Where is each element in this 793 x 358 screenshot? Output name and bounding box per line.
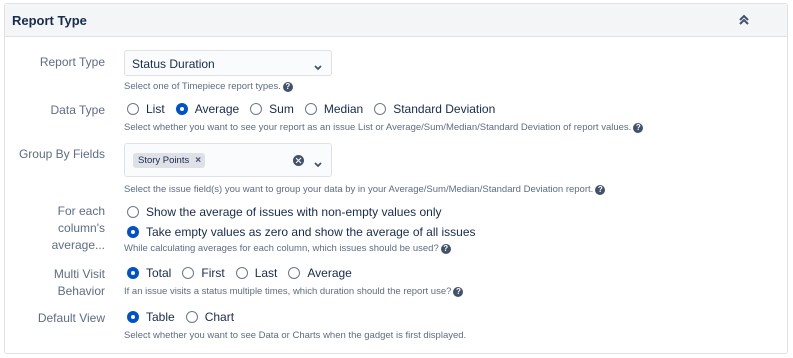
help-icon[interactable]: ? — [595, 184, 606, 195]
radio-checked-icon — [127, 311, 139, 323]
tag-story-points: Story Points × — [133, 153, 206, 168]
tag-label: Story Points — [138, 155, 190, 166]
default-view-help: Select whether you want to see Data or C… — [124, 330, 467, 341]
radio-icon — [374, 103, 387, 115]
radio-checked-icon — [175, 103, 188, 115]
report-type-label: Report Type — [39, 55, 105, 69]
group-by-help: Select the issue field(s) you want to gr… — [124, 184, 594, 195]
radio-icon — [304, 103, 317, 115]
data-type-option-sum[interactable]: Sum — [250, 102, 294, 116]
default-view-label: Default View — [37, 311, 105, 325]
average-option-empty-as-zero[interactable]: Take empty values as zero and show the a… — [127, 224, 476, 240]
data-type-radios: List Average Sum Median Standard Deviati… — [127, 102, 643, 116]
report-type-value: Status Duration — [132, 57, 215, 71]
group-by-help-row: Select the issue field(s) you want to gr… — [124, 184, 606, 195]
default-view-option-chart[interactable]: Chart — [185, 310, 234, 324]
radio-icon — [288, 267, 301, 279]
report-type-panel: Report Type Report Type Status Duration … — [4, 3, 788, 354]
radio-icon — [127, 103, 139, 115]
multi-visit-radios: Total First Last Average — [127, 266, 463, 280]
radio-icon — [235, 267, 248, 279]
for-each-column-label: For each column's average... — [51, 204, 105, 252]
for-each-column-help: While calculating averages for each colu… — [124, 243, 439, 254]
help-icon[interactable]: ? — [453, 286, 464, 297]
group-by-label: Group By Fields — [18, 147, 105, 161]
radio-icon — [185, 311, 198, 323]
chevron-down-icon — [313, 59, 323, 77]
help-icon[interactable]: ? — [633, 122, 644, 133]
chevron-down-icon[interactable] — [313, 156, 323, 174]
report-type-select[interactable]: Status Duration — [124, 50, 332, 76]
data-type-help: Select whether you want to see your repo… — [124, 122, 632, 133]
report-type-help: Select one of Timepiece report types. — [124, 81, 281, 92]
radio-icon — [127, 206, 139, 218]
default-view-radios: Table Chart — [127, 310, 466, 324]
remove-tag-icon[interactable]: × — [195, 155, 201, 166]
multi-visit-option-total[interactable]: Total — [127, 266, 171, 280]
multi-visit-option-average[interactable]: Average — [288, 266, 352, 280]
radio-checked-icon — [127, 226, 139, 238]
radio-icon — [250, 103, 263, 115]
data-type-option-standard-deviation[interactable]: Standard Deviation — [374, 102, 495, 116]
data-type-help-row: Select whether you want to see your repo… — [124, 122, 644, 133]
data-type-option-list[interactable]: List — [127, 102, 165, 116]
panel-header: Report Type — [5, 4, 787, 37]
help-icon[interactable]: ? — [440, 243, 451, 254]
data-type-option-median[interactable]: Median — [304, 102, 363, 116]
radio-checked-icon — [127, 267, 139, 279]
data-type-label: Data Type — [50, 103, 105, 117]
average-option-non-empty[interactable]: Show the average of issues with non-empt… — [127, 204, 476, 220]
multi-visit-option-last[interactable]: Last — [235, 266, 277, 280]
default-view-option-table[interactable]: Table — [127, 310, 175, 324]
multi-visit-option-first[interactable]: First — [182, 266, 225, 280]
for-each-column-help-row: While calculating averages for each colu… — [124, 243, 487, 254]
double-chevron-up-icon[interactable] — [737, 12, 751, 28]
panel-title: Report Type — [12, 13, 87, 28]
multi-visit-help-row: If an issue visits a status multiple tim… — [124, 286, 464, 297]
data-type-option-average[interactable]: Average — [175, 102, 239, 116]
help-icon[interactable]: ? — [282, 81, 293, 92]
group-by-multiselect[interactable]: Story Points × — [124, 143, 332, 177]
report-type-help-row: Select one of Timepiece report types. ? — [124, 81, 332, 92]
radio-icon — [182, 267, 195, 279]
multi-visit-label: Multi Visit Behavior — [53, 267, 105, 298]
multi-visit-help: If an issue visits a status multiple tim… — [124, 286, 452, 297]
clear-icon[interactable] — [293, 155, 304, 166]
